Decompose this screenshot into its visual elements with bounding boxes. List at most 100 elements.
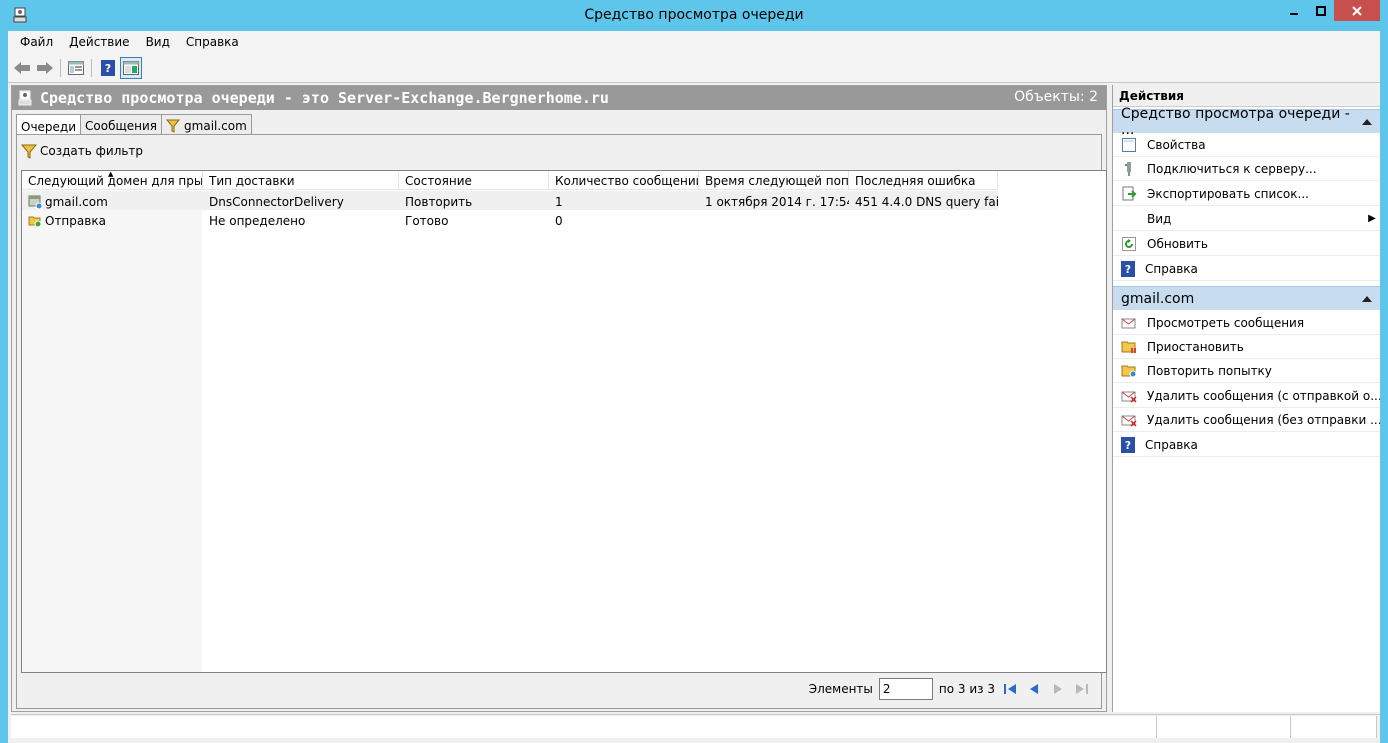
cell-status: Повторить [405,194,473,209]
menu-action[interactable]: Действие [61,35,137,49]
cell-delivery-type: DnsConnectorDelivery [209,194,344,209]
column-header-label: Время следующей поп... [705,174,849,188]
menu-view[interactable]: Вид [138,35,178,49]
filter-icon [166,119,181,133]
tab-gmail-filter[interactable]: gmail.com [161,114,252,135]
actions-section-gmail[interactable]: gmail.com [1113,286,1380,310]
tab-content: Создать фильтр ▲ Следующий домен для пры… [16,134,1107,709]
pager-of-text: по 3 из 3 [938,682,995,696]
tab-label: gmail.com [184,119,247,133]
cell-last-error: 451 4.4.0 DNS query faile... [855,194,998,209]
cell-delivery-type: Не определено [209,213,306,228]
view-messages-icon [1121,316,1137,330]
column-header-last-error[interactable]: Последняя ошибка [849,171,998,190]
cell-text: gmail.com [45,194,108,209]
previous-page-icon[interactable] [1025,680,1043,698]
action-view-messages[interactable]: Просмотреть сообщения [1113,311,1380,335]
pane-title: Средство просмотра очереди - это Server-… [40,89,609,107]
action-connect-to-server[interactable]: Подключиться к серверу... [1113,157,1380,181]
action-properties[interactable]: Свойства [1113,133,1380,157]
client-area: Файл Действие Вид Справка ? Средство про… [8,31,1380,743]
action-pane-toggle-icon[interactable] [120,57,142,79]
tab-label: Очереди [21,119,77,134]
cell-next-domain: Отправка [22,210,203,229]
action-help-gmail[interactable]: ? Справка [1113,433,1380,457]
window-title: Средство просмотра очереди [584,7,804,23]
column-header-next-retry[interactable]: Время следующей поп... [699,171,849,190]
action-suspend[interactable]: Приостановить [1113,335,1380,359]
tab-label: Сообщения [85,119,158,133]
console-tree-icon[interactable] [65,57,87,79]
first-column-background [22,191,202,672]
pager-label: Элементы [808,682,873,696]
sort-ascending-icon: ▲ [108,171,114,178]
back-arrow-icon[interactable] [11,57,33,79]
action-label: Обновить [1147,236,1208,251]
create-filter-button[interactable]: Создать фильтр [21,143,143,159]
table-row[interactable]: gmail.com DnsConnectorDelivery Повторить… [22,191,998,210]
maximize-button[interactable] [1307,0,1334,21]
action-remove-without-ndr[interactable]: Удалить сообщения (без отправки ... [1113,408,1380,432]
cell-next-retry [699,210,849,229]
suspend-queue-icon [1121,340,1137,354]
actions-section-queue-viewer[interactable]: Средство просмотра очереди - ... [1113,106,1380,138]
table-row[interactable]: Отправка Не определено Готово 0 [22,210,998,229]
column-header-message-count[interactable]: Количество сообщений [549,171,699,190]
queue-list: ▲ Следующий домен для пры... Тип доставк… [21,170,1107,673]
filter-icon [21,143,37,159]
collapse-icon [1362,118,1372,125]
retry-queue-icon [1121,364,1137,378]
column-header-status[interactable]: Состояние [399,171,549,190]
action-view[interactable]: Вид ▶ [1113,207,1380,231]
status-bar [11,714,1380,738]
action-refresh[interactable]: Обновить [1113,232,1380,256]
action-label: Справка [1145,437,1198,452]
action-label: Справка [1145,261,1198,276]
svg-text:?: ? [1125,439,1131,452]
pager-items-input[interactable] [878,678,933,700]
collapse-icon [1362,295,1372,302]
status-segment [1157,716,1291,738]
action-label: Приостановить [1147,339,1244,354]
action-export-list[interactable]: Экспортировать список... [1113,182,1380,206]
column-header-delivery-type[interactable]: Тип доставки [203,171,399,190]
last-page-icon[interactable] [1073,680,1091,698]
help-icon: ? [1121,260,1135,277]
tab-queues[interactable]: Очереди [16,114,82,136]
queue-viewer-icon [17,90,33,106]
action-label: Повторить попытку [1147,363,1272,378]
cell-status: Готово [405,213,449,228]
action-label: Свойства [1147,137,1206,152]
queue-ready-icon [28,214,42,228]
properties-icon [1121,137,1137,153]
title-bar[interactable]: Средство просмотра очереди [0,0,1388,31]
next-page-icon[interactable] [1049,680,1067,698]
menu-file[interactable]: Файл [12,35,61,49]
pane-header: Средство просмотра очереди - это Server-… [12,86,1106,110]
action-label: Удалить сообщения (с отправкой о... [1147,388,1380,403]
cell-text: Отправка [45,213,106,228]
svg-text:?: ? [105,62,111,75]
column-header-next-domain[interactable]: ▲ Следующий домен для пры... [22,171,203,190]
cell-message-count: 1 [555,194,563,209]
action-retry[interactable]: Повторить попытку [1113,359,1380,383]
action-label: Подключиться к серверу... [1147,161,1317,176]
action-label: Удалить сообщения (без отправки ... [1147,412,1380,427]
status-segment [11,716,1157,738]
first-page-icon[interactable] [1001,680,1019,698]
minimize-button[interactable] [1280,0,1307,21]
tab-messages[interactable]: Сообщения [80,114,163,135]
action-label: Вид [1147,211,1172,226]
menu-help[interactable]: Справка [178,35,247,49]
cell-message-count: 0 [555,213,563,228]
close-button[interactable] [1334,0,1380,21]
remove-messages-icon [1121,389,1137,403]
action-remove-with-ndr[interactable]: Удалить сообщения (с отправкой о... [1113,384,1380,408]
create-filter-label: Создать фильтр [40,144,144,158]
remove-messages-icon [1121,413,1137,427]
help-icon[interactable]: ? [97,57,119,79]
action-label: Просмотреть сообщения [1147,315,1305,330]
action-help[interactable]: ? Справка [1113,257,1380,281]
status-segment [1291,716,1377,738]
forward-arrow-icon[interactable] [34,57,56,79]
